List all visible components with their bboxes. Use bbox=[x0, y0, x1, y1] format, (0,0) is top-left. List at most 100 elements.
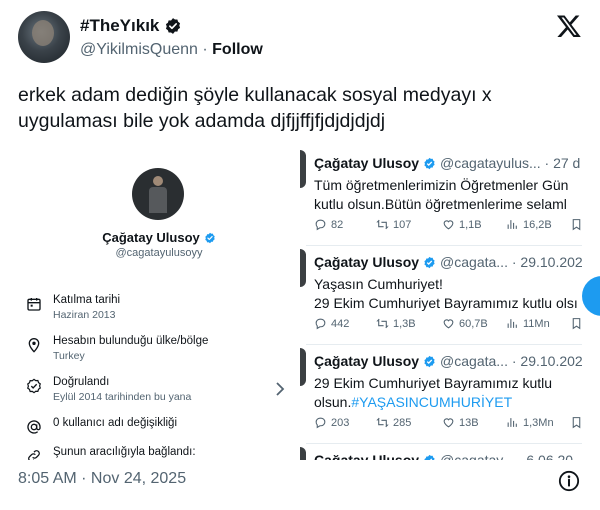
separator-dot: · bbox=[202, 41, 208, 58]
like-stat[interactable]: 1,1B bbox=[442, 218, 482, 231]
post-author-name: Çağatay Ulusoy bbox=[314, 353, 420, 369]
repost-count: 107 bbox=[393, 218, 412, 231]
reply-stat[interactable]: 203 bbox=[314, 416, 349, 429]
reply-icon bbox=[315, 417, 326, 429]
reply-count: 82 bbox=[331, 218, 344, 231]
embedded-post[interactable]: Çağatay Ulusoy @cagatayulus... · 27 d Tü… bbox=[300, 150, 582, 240]
tweet-timestamp[interactable]: 8:05 AM · Nov 24, 2025 bbox=[18, 470, 186, 488]
reply-stat[interactable]: 82 bbox=[314, 218, 343, 231]
post-header: Çağatay Ulusoy @cagata... · 29.10.202 bbox=[314, 353, 582, 369]
verified-check-icon bbox=[27, 378, 41, 394]
reply-count: 442 bbox=[331, 317, 350, 330]
post-divider bbox=[306, 245, 582, 246]
tweet-text: erkek adam dediğin şöyle kullanacak sosy… bbox=[18, 84, 492, 132]
post-author-name: Çağatay Ulusoy bbox=[314, 155, 420, 171]
reply-count: 203 bbox=[331, 416, 350, 429]
profile-name: Çağatay Ulusoy bbox=[102, 230, 200, 245]
reply-stat[interactable]: 442 bbox=[314, 317, 349, 330]
post-text-line: kutlu olsun.Bütün öğretmenlerime selaml bbox=[314, 195, 568, 214]
info-icon[interactable] bbox=[558, 470, 580, 492]
post-author-name: Çağatay Ulusoy bbox=[314, 254, 420, 270]
embedded-image[interactable]: Çağatay Ulusoy @cagatayulusoyy Katılma t… bbox=[18, 146, 582, 460]
repost-stat[interactable]: 107 bbox=[376, 218, 411, 231]
bookmark-stat[interactable] bbox=[570, 317, 582, 330]
views-count: 1,3Mn bbox=[523, 416, 554, 429]
profile-avatar bbox=[132, 168, 184, 220]
info-title: 0 kullanıcı adı değişikliği bbox=[53, 417, 178, 429]
views-stat[interactable]: 1,3Mn bbox=[506, 416, 554, 429]
profile-handle: @cagatayulusoyy bbox=[115, 247, 203, 259]
bookmark-icon bbox=[572, 417, 581, 429]
post-text-line: Tüm öğretmenlerimizin Öğretmenler Gün bbox=[314, 177, 569, 193]
post-handle-date: @cagatayulus... · 27 d bbox=[440, 155, 581, 171]
reply-icon bbox=[315, 219, 326, 231]
bookmark-icon bbox=[572, 318, 581, 330]
reply-icon bbox=[315, 318, 326, 330]
chevron-right-icon[interactable] bbox=[274, 382, 286, 396]
info-sub: Eylül 2014 tarihinden bu yana bbox=[53, 391, 192, 403]
embedded-post[interactable]: Çağatay Ulusoy @cagata... · 29.10.202 29… bbox=[300, 348, 582, 438]
info-title: Doğrulandı bbox=[53, 376, 110, 388]
repost-count: 285 bbox=[393, 416, 412, 429]
post-header: Çağatay Ulusoy @cagatayulus... · 27 d bbox=[314, 155, 580, 171]
follow-button[interactable]: Follow bbox=[212, 41, 263, 58]
at-sign-icon bbox=[27, 420, 41, 434]
post-text: Yaşasın Cumhuriyet! 29 Ekim Cumhuriyet B… bbox=[314, 275, 578, 313]
author-handle[interactable]: @YikilmisQuenn bbox=[80, 41, 198, 58]
post-text-line-content: kutlu olsun.Bütün öğretmenlerime selaml bbox=[314, 196, 567, 212]
author-avatar[interactable] bbox=[18, 11, 70, 63]
verified-badge-icon bbox=[205, 232, 215, 243]
post-author-name: Çağatay Ulusoy bbox=[314, 452, 420, 460]
heart-icon bbox=[443, 319, 454, 329]
info-title: Şunun aracılığıyla bağlandı: bbox=[53, 446, 196, 458]
views-stat[interactable]: 16,2B bbox=[506, 218, 552, 231]
post-text-line: 29 Ekim Cumhuriyet Bayramımız kutlu olsı bbox=[314, 294, 578, 313]
verified-badge-icon bbox=[424, 355, 435, 367]
repost-stat[interactable]: 1,3B bbox=[376, 317, 416, 330]
location-pin-icon bbox=[28, 338, 40, 353]
repost-icon bbox=[376, 318, 389, 329]
views-icon bbox=[507, 418, 517, 427]
author-name-row[interactable]: #TheYıkık bbox=[80, 16, 182, 36]
views-count: 16,2B bbox=[523, 218, 552, 231]
calendar-icon bbox=[27, 298, 41, 311]
post-handle-date: @cagata... · 29.10.202 bbox=[440, 353, 582, 369]
views-stat[interactable]: 11Mn bbox=[506, 317, 550, 330]
info-sub: Haziran 2013 bbox=[53, 309, 116, 321]
views-icon bbox=[507, 220, 517, 229]
post-text-line: 29 Ekim Cumhuriyet Bayramımız kutlu bbox=[314, 375, 553, 391]
repost-icon bbox=[376, 219, 389, 230]
post-avatar bbox=[300, 249, 306, 287]
floating-compose-button[interactable] bbox=[582, 276, 600, 316]
info-sub: Turkey bbox=[53, 350, 85, 362]
repost-count: 1,3B bbox=[393, 317, 416, 330]
bookmark-stat[interactable] bbox=[570, 218, 582, 231]
post-text-line: Yaşasın Cumhuriyet! bbox=[314, 276, 443, 292]
repost-stat[interactable]: 285 bbox=[376, 416, 411, 429]
like-count: 1,1B bbox=[459, 218, 482, 231]
x-logo-icon[interactable] bbox=[556, 13, 582, 39]
verified-badge-icon bbox=[424, 157, 435, 169]
post-avatar bbox=[300, 447, 306, 460]
author-name[interactable]: #TheYıkık bbox=[80, 16, 159, 36]
heart-icon bbox=[443, 418, 454, 428]
bookmark-icon bbox=[572, 219, 581, 231]
post-handle-date: @cagatay... · 6.06.20 bbox=[440, 452, 574, 460]
post-header: Çağatay Ulusoy @cagata... · 29.10.202 bbox=[314, 254, 582, 270]
post-handle-date: @cagata... · 29.10.202 bbox=[440, 254, 582, 270]
post-header: Çağatay Ulusoy @cagatay... · 6.06.20 bbox=[314, 452, 573, 460]
like-count: 60,7B bbox=[459, 317, 488, 330]
verified-badge-icon bbox=[166, 18, 181, 34]
hashtag-link[interactable]: #YAŞASINCUMHURİYET bbox=[351, 394, 512, 410]
heart-icon bbox=[443, 220, 454, 230]
bookmark-stat[interactable] bbox=[570, 416, 582, 429]
embedded-post[interactable]: Çağatay Ulusoy @cagata... · 29.10.202 Ya… bbox=[300, 249, 582, 339]
post-text-line: olsun.#YAŞASINCUMHURİYET bbox=[314, 393, 552, 412]
post-text: Tüm öğretmenlerimizin Öğretmenler Gün ku… bbox=[314, 176, 568, 214]
post-text-line-content: 29 Ekim Cumhuriyet Bayramımız kutlu olsı bbox=[314, 295, 578, 311]
embedded-post[interactable]: Çağatay Ulusoy @cagatay... · 6.06.20 bbox=[300, 447, 582, 460]
like-stat[interactable]: 13B bbox=[442, 416, 479, 429]
like-stat[interactable]: 60,7B bbox=[442, 317, 488, 330]
post-avatar bbox=[300, 150, 306, 188]
verified-badge-icon bbox=[424, 256, 435, 268]
